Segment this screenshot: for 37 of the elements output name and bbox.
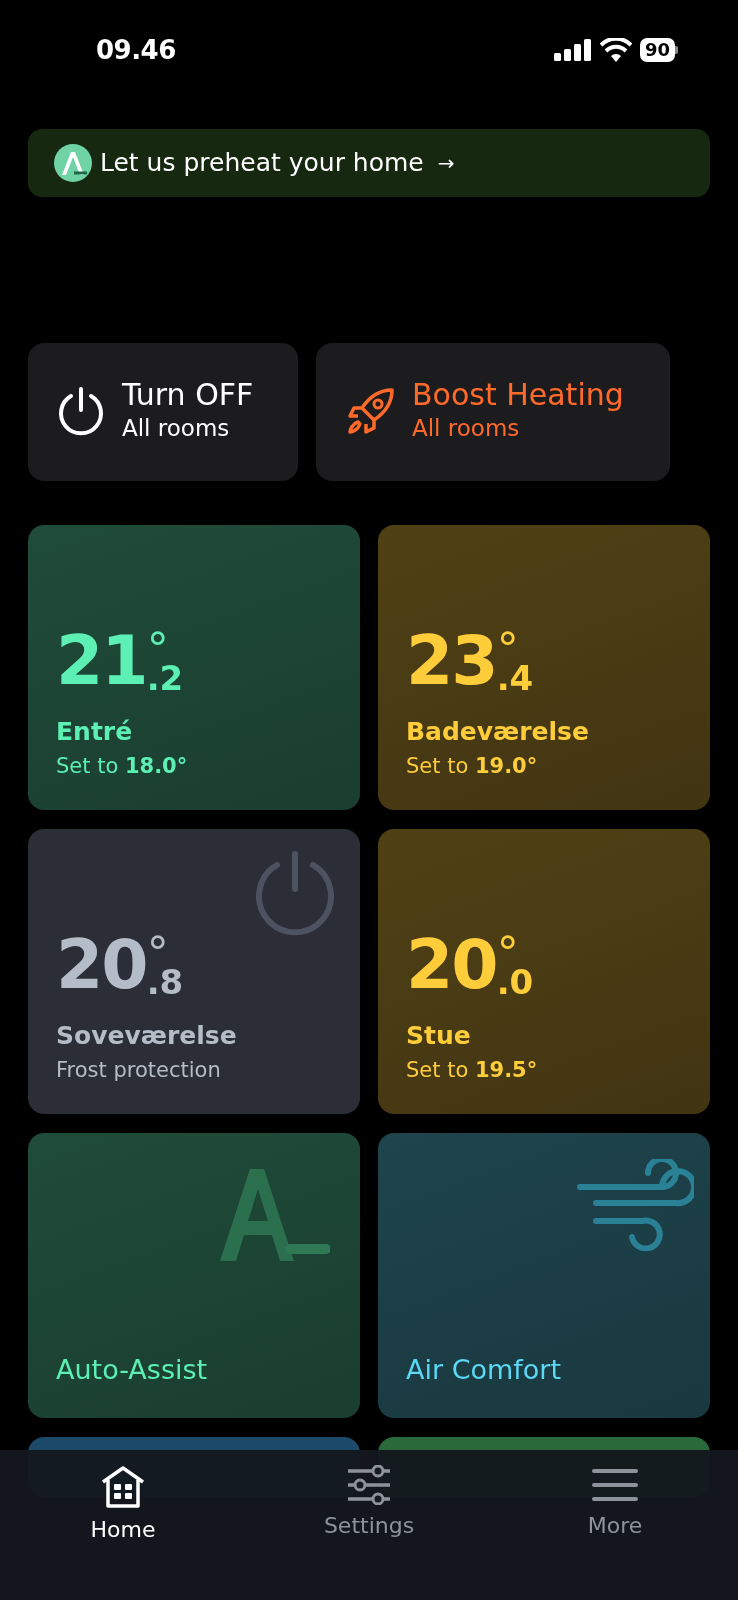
action-button[interactable]: Turn OFF All rooms xyxy=(28,343,298,481)
clock-time: 09.46 xyxy=(96,33,176,67)
tab-item[interactable]: More xyxy=(492,1464,738,1600)
home-icon xyxy=(100,1465,146,1509)
signal-icon xyxy=(553,39,592,61)
arrow-icon: → xyxy=(437,148,455,178)
room-name: Soveværelse xyxy=(56,1020,238,1052)
tab-label: Home xyxy=(90,1516,156,1544)
preheat-banner[interactable]: Let us preheat your home → xyxy=(28,129,710,197)
action-title: Turn OFF xyxy=(122,378,254,412)
tab-label: More xyxy=(587,1512,643,1540)
wifi-icon xyxy=(599,38,632,62)
action-button[interactable]: Boost Heating All rooms xyxy=(316,343,670,481)
action-title: Boost Heating xyxy=(412,378,624,412)
air-comfort-tile[interactable]: Air Comfort xyxy=(378,1133,710,1418)
tab-item[interactable]: Settings xyxy=(246,1464,492,1600)
battery-icon: 90 xyxy=(639,38,678,62)
room-status: Set to 19.5° xyxy=(406,1056,539,1084)
room-name: Entré xyxy=(56,716,134,748)
tab-item[interactable]: Home xyxy=(0,1464,246,1600)
banner-text: Let us preheat your home xyxy=(100,147,424,180)
room-status: Frost protection xyxy=(56,1056,222,1084)
room-name: Stue xyxy=(406,1020,472,1052)
power-icon xyxy=(56,386,106,438)
logo-icon xyxy=(54,144,92,182)
tile-title: Auto-Assist xyxy=(56,1352,209,1387)
auto-assist-tile[interactable]: Auto-Assist xyxy=(28,1133,360,1418)
tab-label: Settings xyxy=(323,1512,415,1540)
action-subtitle: All rooms xyxy=(412,414,521,444)
action-subtitle: All rooms xyxy=(122,414,231,444)
room-status: Set to 19.0° xyxy=(406,752,539,780)
room-name: Badeværelse xyxy=(406,716,590,748)
room-status: Set to 18.0° xyxy=(56,752,189,780)
tile-title: Air Comfort xyxy=(406,1352,563,1387)
sliders-icon xyxy=(346,1465,392,1505)
wind-icon xyxy=(576,1159,694,1251)
logo-icon xyxy=(220,1169,330,1261)
